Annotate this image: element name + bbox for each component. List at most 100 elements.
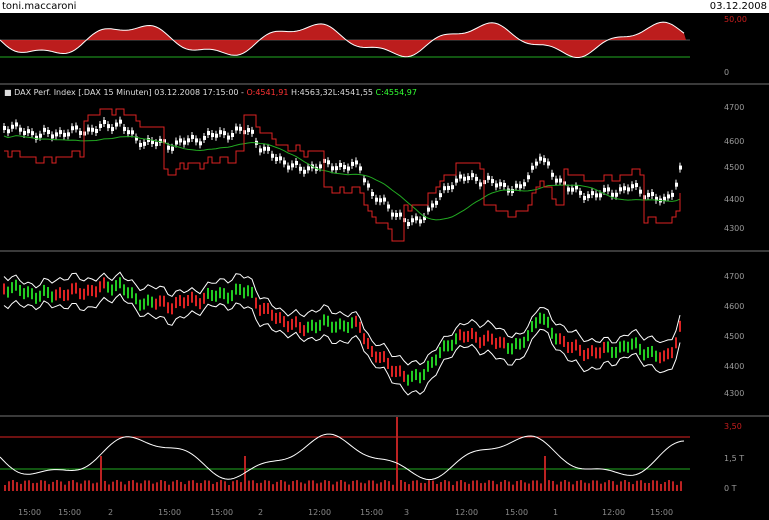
volume-bar: [556, 484, 558, 491]
candle-body: [219, 130, 222, 135]
oscillator-axis-tick: 0: [724, 68, 730, 77]
price-plot[interactable]: [0, 85, 716, 250]
volume-bar: [516, 481, 518, 491]
volume-bar: [464, 482, 466, 491]
candle-body: [59, 130, 62, 135]
candle-body: [383, 197, 386, 202]
volume-bar: [428, 480, 430, 491]
candle-body: [371, 191, 374, 196]
volume-bar: [208, 480, 210, 491]
volume-bar: [548, 480, 550, 491]
candle-body: [155, 142, 158, 147]
volume-bar: [236, 480, 238, 491]
candle-body: [523, 182, 526, 187]
candle-body: [535, 161, 538, 166]
bar-plot[interactable]: [0, 252, 716, 415]
volume-bar: [296, 480, 298, 491]
candle-body: [475, 176, 478, 181]
volume-bar: [596, 480, 598, 491]
candle-body: [215, 133, 218, 138]
candle-body: [547, 161, 550, 166]
candle-body: [175, 140, 178, 145]
volume-bar: [404, 481, 406, 491]
volume-bar: [356, 480, 358, 491]
candle-body: [451, 185, 454, 190]
candle-body: [455, 178, 458, 183]
volume-bar: [412, 480, 414, 491]
volume-bar: [228, 484, 230, 491]
candle-body: [343, 165, 346, 170]
candle-body: [95, 129, 98, 134]
volume-bar: [164, 481, 166, 491]
volume-bar: [352, 480, 354, 491]
candle-body: [43, 127, 46, 132]
candle-body: [679, 165, 682, 170]
oscillator-axis: 50,00 0: [716, 13, 769, 83]
volume-bar: [432, 480, 434, 491]
price-axis-tick: 4300: [724, 224, 745, 233]
candle-body: [251, 129, 254, 134]
candle-body: [99, 123, 102, 128]
candle-body: [623, 186, 626, 191]
candle-body: [499, 182, 502, 187]
volume-bar: [336, 481, 338, 491]
volume-plot[interactable]: [0, 417, 716, 505]
candle-body: [39, 133, 42, 138]
candle-body: [103, 119, 106, 124]
volume-bar: [324, 480, 326, 491]
volume-bar: [564, 480, 566, 491]
candle-body: [335, 166, 338, 171]
candle-body: [631, 184, 634, 189]
candle-body: [539, 156, 542, 161]
candle-body: [79, 130, 82, 135]
price-axis-tick: 4500: [724, 163, 745, 172]
candle-body: [559, 178, 562, 183]
volume-bar: [72, 480, 74, 491]
candle-body: [307, 166, 310, 171]
oscillator-axis-header: 50,00: [724, 15, 747, 24]
candle-body: [207, 131, 210, 136]
candle-body: [607, 187, 610, 192]
volume-pane[interactable]: [0, 417, 716, 505]
candle-body: [399, 212, 402, 217]
volume-bar: [16, 482, 18, 491]
volume-bar: [584, 482, 586, 491]
volume-bar: [144, 480, 146, 491]
oscillator-plot[interactable]: [0, 13, 716, 83]
volume-bar: [52, 481, 54, 491]
candle-body: [31, 131, 34, 136]
time-axis-label: 12:00: [455, 508, 479, 517]
candle-body: [319, 164, 322, 169]
volume-bar: [68, 481, 70, 491]
volume-bar: [372, 480, 374, 491]
volume-bar: [656, 480, 658, 491]
candle-body: [447, 185, 450, 190]
candle-body: [395, 212, 398, 217]
candle-body: [131, 130, 134, 135]
candle-body: [303, 169, 306, 174]
time-axis-label: 2: [258, 508, 264, 517]
candle-body: [267, 146, 270, 151]
volume-bar: [528, 483, 530, 491]
candle-body: [591, 191, 594, 196]
volume-bar: [568, 481, 570, 491]
price-pane[interactable]: ■ DAX Perf. Index [.DAX 15 Minuten] 03.1…: [0, 85, 716, 250]
volume-bar: [444, 480, 446, 491]
volume-bar: [40, 480, 42, 491]
candle-body: [603, 187, 606, 192]
volume-bar: [260, 482, 262, 491]
candle-body: [107, 124, 110, 129]
candle-body: [627, 187, 630, 192]
volume-bar: [500, 481, 502, 491]
bar-pane[interactable]: [0, 252, 716, 415]
volume-bar: [576, 480, 578, 491]
oscillator-pane[interactable]: [0, 13, 716, 83]
volume-bar: [20, 483, 22, 491]
volume-bar: [28, 480, 30, 491]
volume-bar: [536, 480, 538, 491]
legend-instrument: DAX Perf. Index [.DAX 15 Minuten] 03.12.…: [14, 88, 247, 97]
candle-body: [111, 127, 114, 132]
volume-bar: [168, 484, 170, 491]
time-axis-label: 15:00: [650, 508, 674, 517]
volume-bar: [620, 481, 622, 491]
